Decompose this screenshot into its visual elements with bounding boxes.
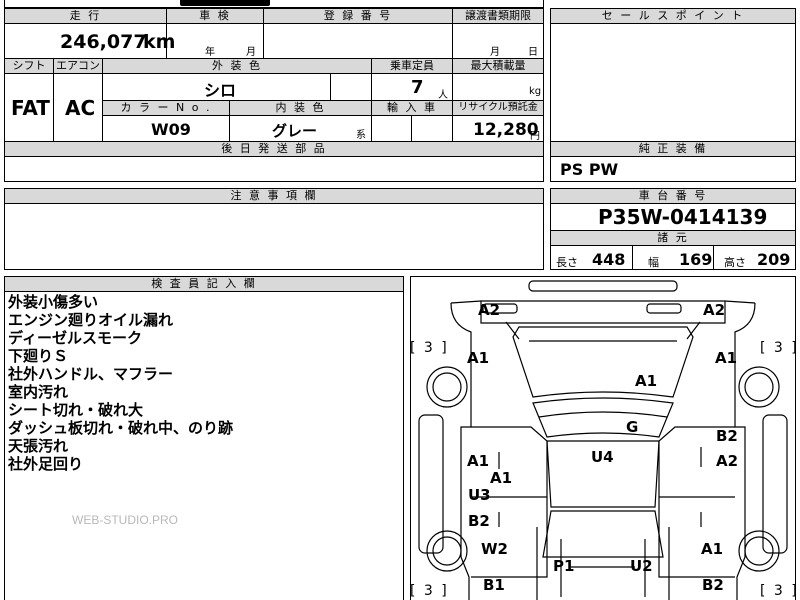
interior-color-value: グレー (272, 122, 318, 140)
chassis-number: P35W-0414139 (598, 205, 768, 229)
import-header: 輸 入 車 (372, 101, 452, 115)
damage-mark-roof: U4 (591, 448, 614, 466)
bracket-bottom-right: [ 3 ] (760, 583, 799, 599)
inspector-note: 外装小傷多い (8, 293, 99, 311)
inspector-note: 天張汚れ (8, 437, 69, 455)
inspector-note: 室内汚れ (8, 383, 69, 401)
inspection-month-unit: 月 (246, 47, 256, 58)
damage-mark-quarter-right: U2 (630, 557, 653, 575)
inspector-note: 下廻りＳ (8, 347, 69, 365)
bracket-bottom-left: [ 3 ] (410, 583, 449, 599)
color-no-value: W09 (151, 120, 191, 139)
interior-color-suffix: 系 (356, 130, 366, 141)
damage-mark-fender-right: A1 (715, 349, 738, 367)
genuine-equipment-value: PS PW (560, 160, 619, 179)
inspection-year-unit: 年 (205, 47, 215, 58)
mileage-header: 走 行 (5, 9, 166, 23)
damage-mark-front-door-right: A2 (716, 452, 739, 470)
damage-mark-hood: A1 (635, 372, 658, 390)
height-label: 高さ (724, 256, 746, 269)
genuine-equipment-header: 純 正 装 備 (551, 142, 795, 156)
damage-mark-rear-door-left-top: U3 (468, 486, 491, 504)
capacity-header: 乗車定員 (372, 59, 452, 73)
damage-mark-front-left: A2 (478, 301, 501, 319)
damage-mark-quarter-left: P1 (553, 557, 575, 575)
height-value: 209 (757, 250, 791, 269)
chassis-header: 車 台 番 号 (551, 189, 795, 203)
inspection-header: 車 検 (167, 9, 263, 23)
mileage-value: 246,077 (60, 31, 147, 53)
sales-point-header: セ ー ル ス ポ イ ン ト (551, 9, 795, 23)
damage-mark-rocker-left: A1 (490, 469, 513, 487)
width-value: 169 (679, 250, 713, 269)
shift-value: FAT (11, 96, 50, 120)
aircon-value: AC (65, 96, 96, 120)
recycle-value: 12,280 (473, 120, 539, 140)
damage-mark-rear-door-left: B2 (468, 512, 490, 530)
damage-mark-fender-left: A1 (467, 349, 490, 367)
top-strip-fragment (180, 0, 270, 6)
width-label: 幅 (648, 256, 659, 269)
watermark: WEB-STUDIO.PRO (72, 513, 179, 527)
aircon-header: エアコン (54, 59, 102, 73)
inspector-note: ダッシュ板切れ・破れ中、のり跡 (8, 419, 234, 437)
length-value: 448 (592, 250, 626, 269)
max-load-unit: kg (529, 86, 542, 97)
inspector-note: 社外足回り (8, 455, 84, 473)
damage-mark-front-right: A2 (703, 301, 726, 319)
damage-mark-rear-left: B1 (483, 576, 505, 594)
length-label: 長さ (556, 256, 578, 269)
inspector-note: エンジン廻りオイル漏れ (8, 311, 174, 329)
inspector-note: ディーゼルスモーク (8, 329, 142, 347)
damage-mark-rear-right: B2 (702, 576, 724, 594)
top-strip (4, 0, 544, 8)
caution-header: 注 意 事 項 欄 (5, 189, 543, 203)
transfer-day-unit: 日 (528, 47, 538, 58)
transfer-month-unit: 月 (490, 47, 500, 58)
dimensions-header: 諸 元 (551, 231, 795, 245)
damage-mark-front-door-right-top: B2 (716, 427, 738, 445)
inspector-note: 社外ハンドル、マフラー (8, 365, 174, 383)
recycle-header: リサイクル預託金 (453, 101, 543, 115)
damage-mark-windshield: G (626, 418, 639, 436)
interior-color-header: 内 装 色 (230, 101, 371, 115)
inspector-note: シート切れ・破れ大 (8, 401, 144, 419)
later-parts-header: 後 日 発 送 部 品 (5, 142, 543, 156)
damage-mark-front-door-left: A1 (467, 452, 490, 470)
exterior-color-value: シロ (204, 81, 237, 100)
capacity-unit: 人 (438, 90, 448, 101)
inspector-header: 検 査 員 記 入 欄 (5, 277, 403, 291)
damage-mark-rear-fender-right: A1 (701, 540, 724, 558)
max-load-header: 最大積載量 (453, 59, 543, 73)
registration-header: 登 録 番 号 (264, 9, 452, 23)
shift-header: シフト (5, 59, 53, 73)
bracket-top-right: [ 3 ] (760, 340, 799, 356)
exterior-color-header: 外 装 色 (103, 59, 371, 73)
mileage-unit: km (143, 31, 176, 53)
color-no-header: カ ラ ー N o . (103, 101, 229, 115)
transfer-doc-header: 譲渡書類期限 (453, 9, 543, 23)
bracket-top-left: [ 3 ] (410, 340, 449, 356)
damage-mark-rear-fender-left: W2 (481, 540, 508, 558)
recycle-unit: 円 (530, 131, 540, 142)
capacity-value: 7 (411, 77, 424, 98)
